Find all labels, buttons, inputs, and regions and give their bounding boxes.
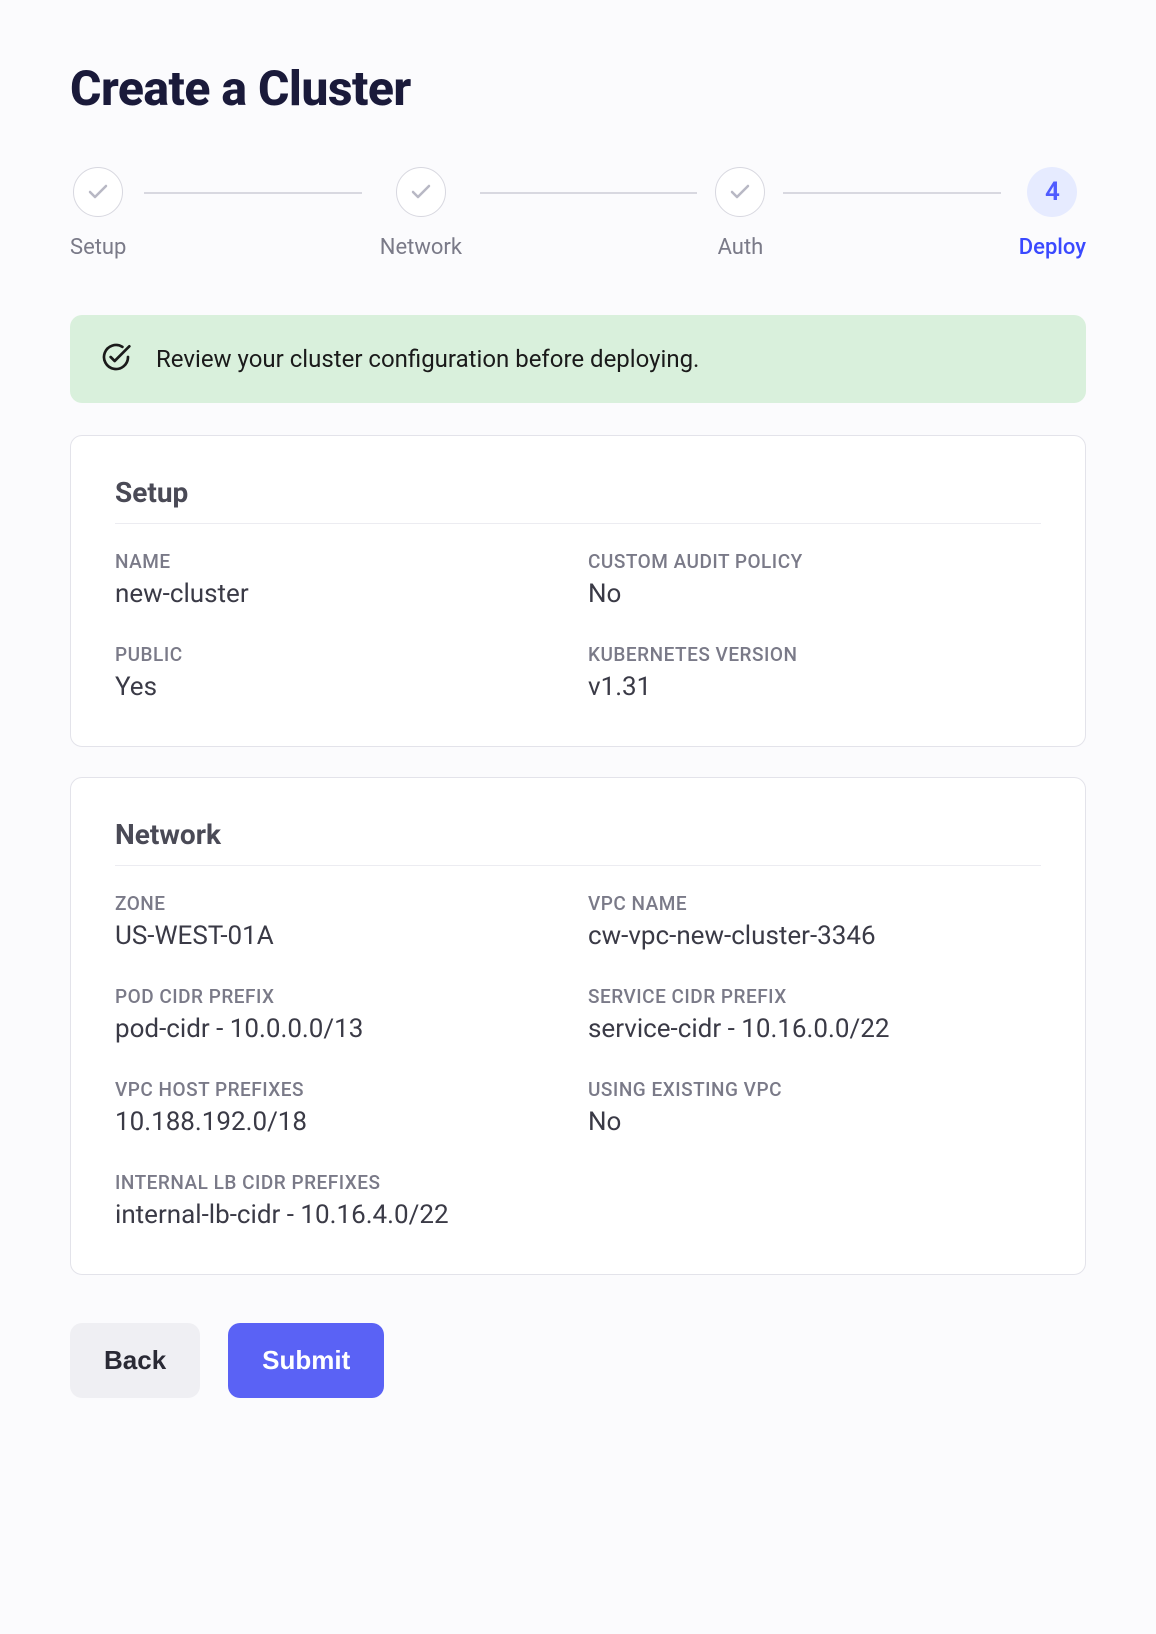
review-banner: Review your cluster configuration before… <box>70 315 1086 403</box>
field-label: VPC NAME <box>588 892 1041 915</box>
field-label: POD CIDR PREFIX <box>115 985 568 1008</box>
field-service-cidr: SERVICE CIDR PREFIX service-cidr - 10.16… <box>588 985 1041 1044</box>
field-value: cw-vpc-new-cluster-3346 <box>588 921 1041 951</box>
step-auth[interactable]: Auth <box>715 167 765 260</box>
field-zone: ZONE US-WEST-01A <box>115 892 568 951</box>
field-label: ZONE <box>115 892 568 915</box>
field-label: INTERNAL LB CIDR PREFIXES <box>115 1171 1041 1194</box>
field-public: PUBLIC Yes <box>115 643 568 702</box>
field-label: CUSTOM AUDIT POLICY <box>588 550 1041 573</box>
field-label: NAME <box>115 550 568 573</box>
field-value: service-cidr - 10.16.0.0/22 <box>588 1014 1041 1044</box>
card-title: Network <box>115 818 1041 866</box>
field-value: US-WEST-01A <box>115 921 568 951</box>
step-network[interactable]: Network <box>380 167 462 260</box>
check-icon <box>715 167 765 217</box>
field-label: SERVICE CIDR PREFIX <box>588 985 1041 1008</box>
setup-card: Setup NAME new-cluster CUSTOM AUDIT POLI… <box>70 435 1086 747</box>
step-label: Deploy <box>1019 235 1086 260</box>
stepper: Setup Network Auth 4 Deploy <box>70 167 1086 260</box>
field-value: No <box>588 579 1041 609</box>
network-card: Network ZONE US-WEST-01A VPC NAME cw-vpc… <box>70 777 1086 1275</box>
field-label: PUBLIC <box>115 643 568 666</box>
field-value: new-cluster <box>115 579 568 609</box>
action-bar: Back Submit <box>70 1323 1086 1398</box>
step-number: 4 <box>1045 177 1060 207</box>
field-pod-cidr: POD CIDR PREFIX pod-cidr - 10.0.0.0/13 <box>115 985 568 1044</box>
field-label: KUBERNETES VERSION <box>588 643 1041 666</box>
check-icon <box>396 167 446 217</box>
card-title: Setup <box>115 476 1041 524</box>
field-using-existing-vpc: USING EXISTING VPC No <box>588 1078 1041 1137</box>
field-custom-audit-policy: CUSTOM AUDIT POLICY No <box>588 550 1041 609</box>
field-vpc-name: VPC NAME cw-vpc-new-cluster-3346 <box>588 892 1041 951</box>
back-button[interactable]: Back <box>70 1323 200 1398</box>
field-value: v1.31 <box>588 672 1041 702</box>
field-vpc-host-prefixes: VPC HOST PREFIXES 10.188.192.0/18 <box>115 1078 568 1137</box>
step-connector <box>144 192 361 194</box>
check-icon <box>73 167 123 217</box>
page-title: Create a Cluster <box>70 60 1086 117</box>
field-kubernetes-version: KUBERNETES VERSION v1.31 <box>588 643 1041 702</box>
step-label: Setup <box>70 235 126 260</box>
field-internal-lb-cidr: INTERNAL LB CIDR PREFIXES internal-lb-ci… <box>115 1171 1041 1230</box>
banner-text: Review your cluster configuration before… <box>156 345 699 373</box>
field-label: VPC HOST PREFIXES <box>115 1078 568 1101</box>
step-connector <box>783 192 1000 194</box>
step-label: Network <box>380 235 462 260</box>
field-value: No <box>588 1107 1041 1137</box>
field-label: USING EXISTING VPC <box>588 1078 1041 1101</box>
submit-button[interactable]: Submit <box>228 1323 384 1398</box>
step-connector <box>480 192 697 194</box>
field-value: internal-lb-cidr - 10.16.4.0/22 <box>115 1200 1041 1230</box>
field-value: Yes <box>115 672 568 702</box>
step-label: Auth <box>718 235 764 260</box>
check-circle-icon <box>100 341 132 377</box>
field-value: pod-cidr - 10.0.0.0/13 <box>115 1014 568 1044</box>
step-number-icon: 4 <box>1027 167 1077 217</box>
step-deploy[interactable]: 4 Deploy <box>1019 167 1086 260</box>
field-value: 10.188.192.0/18 <box>115 1107 568 1137</box>
field-name: NAME new-cluster <box>115 550 568 609</box>
step-setup[interactable]: Setup <box>70 167 126 260</box>
